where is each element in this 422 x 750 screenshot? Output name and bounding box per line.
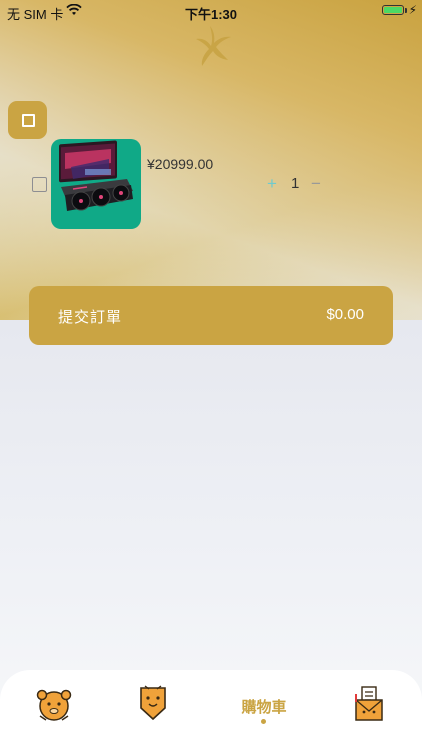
cart-item: ¥20999.00 + 1 − — [0, 138, 422, 230]
mascot-home-icon — [36, 689, 72, 721]
select-all-button[interactable] — [8, 101, 47, 139]
status-time: 下午1:30 — [184, 7, 238, 22]
mascot-orders-icon — [355, 686, 383, 721]
tab-cart-label: 購物車 — [241, 699, 287, 716]
order-total: $0.00 — [326, 306, 364, 323]
graphics-card-image-icon — [59, 140, 133, 211]
app-logo-icon — [196, 26, 231, 66]
tab-bar: 購物車 — [0, 670, 422, 750]
submit-order-label: 提交訂單 — [58, 309, 123, 326]
active-tab-indicator — [261, 719, 266, 724]
mascot-badge-icon — [140, 685, 166, 721]
tab-orders[interactable] — [330, 670, 410, 750]
quantity-plus-button[interactable]: + — [267, 174, 277, 194]
status-bar: 无 SIM 卡 下午1:30 ⚡ — [0, 0, 422, 22]
submit-order-button[interactable]: 提交訂單 $0.00 — [29, 286, 393, 345]
battery-icon — [382, 5, 404, 15]
product-image[interactable] — [51, 139, 141, 229]
select-all-checkbox-icon — [22, 114, 35, 127]
charging-bolt-icon: ⚡ — [408, 3, 417, 17]
tab-badge[interactable] — [112, 670, 192, 750]
quantity-value: 1 — [291, 175, 300, 192]
battery-tip — [405, 8, 407, 13]
item-price: ¥20999.00 — [147, 156, 214, 172]
item-checkbox[interactable] — [32, 177, 47, 192]
tab-home[interactable] — [14, 670, 94, 750]
tab-cart[interactable]: 購物車 — [224, 670, 304, 750]
quantity-minus-button[interactable]: − — [311, 174, 321, 194]
